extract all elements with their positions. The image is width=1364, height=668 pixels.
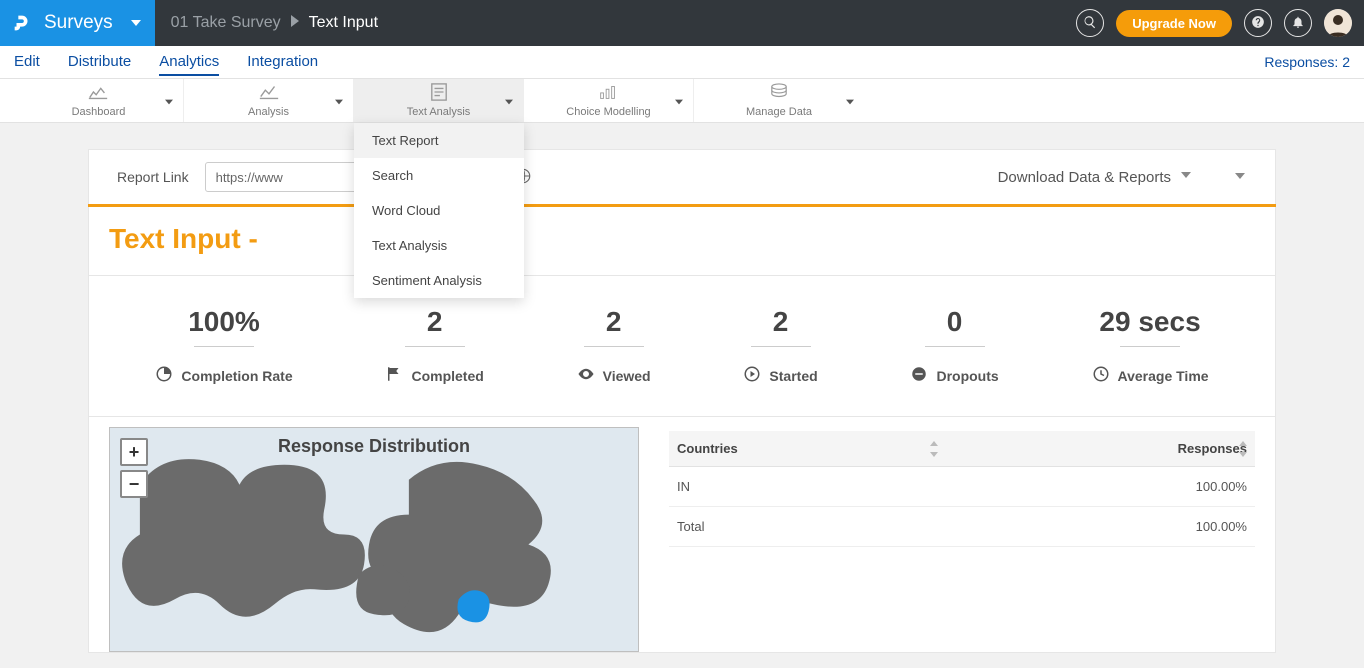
- stat-average-time: 29 secs Average Time: [1092, 306, 1209, 386]
- caret-down-icon: [675, 93, 683, 109]
- caret-down-icon: [1179, 168, 1193, 186]
- text-analysis-dropdown: Text Report Search Word Cloud Text Analy…: [354, 123, 524, 298]
- sort-icon: [1239, 438, 1247, 459]
- stats-row: 100% Completion Rate 2 Completed 2 Viewe…: [88, 276, 1276, 417]
- clock-icon: [1092, 365, 1110, 386]
- dropdown-sentiment-analysis[interactable]: Sentiment Analysis: [354, 263, 524, 298]
- nav-distribute[interactable]: Distribute: [68, 49, 131, 76]
- expand-toggle[interactable]: [1233, 169, 1247, 186]
- page-title-card: Text Input -: [88, 207, 1276, 276]
- brand-surveys-dropdown[interactable]: Surveys: [0, 0, 155, 46]
- map-zoom-in[interactable]: +: [120, 438, 148, 466]
- page-title: Text Input -: [109, 223, 258, 254]
- dropdown-text-report[interactable]: Text Report: [354, 123, 524, 158]
- line-chart-icon: [87, 83, 109, 104]
- breadcrumb-parent[interactable]: 01 Take Survey: [171, 14, 281, 32]
- minus-circle-icon: [910, 365, 928, 386]
- search-icon: [1083, 15, 1097, 32]
- trend-chart-icon: [258, 83, 280, 104]
- text-document-icon: [428, 83, 450, 104]
- search-button[interactable]: [1076, 9, 1104, 37]
- chevron-right-icon: [291, 14, 299, 32]
- flag-icon: [385, 365, 403, 386]
- tool-choice-modelling[interactable]: Choice Modelling: [524, 79, 694, 122]
- table-row: IN 100.00%: [669, 467, 1255, 507]
- distribution-section: Response Distribution + − Co: [88, 417, 1276, 653]
- tool-text-analysis[interactable]: Text Analysis: [354, 79, 524, 122]
- nav-analytics[interactable]: Analytics: [159, 49, 219, 76]
- accent-divider: [88, 204, 1276, 207]
- nav-edit[interactable]: Edit: [14, 49, 40, 76]
- col-countries[interactable]: Countries: [669, 431, 946, 467]
- map-zoom-out[interactable]: −: [120, 470, 148, 498]
- stat-completed: 2 Completed: [385, 306, 483, 386]
- download-data-dropdown[interactable]: Download Data & Reports: [998, 168, 1193, 186]
- stat-completion-rate: 100% Completion Rate: [155, 306, 292, 386]
- gauge-icon: [155, 365, 173, 386]
- caret-down-icon: [846, 93, 854, 109]
- play-circle-icon: [743, 365, 761, 386]
- topbar: Surveys 01 Take Survey Text Input Upgrad…: [0, 0, 1364, 46]
- logo-icon: [10, 11, 34, 35]
- eye-icon: [577, 365, 595, 386]
- tool-analysis[interactable]: Analysis: [184, 79, 354, 122]
- map-title: Response Distribution: [110, 436, 638, 457]
- report-link-label: Report Link: [117, 169, 189, 185]
- dropdown-search[interactable]: Search: [354, 158, 524, 193]
- upgrade-button[interactable]: Upgrade Now: [1116, 10, 1232, 37]
- topbar-actions: Upgrade Now: [1076, 9, 1364, 37]
- help-icon: [1251, 15, 1265, 32]
- database-icon: [768, 83, 790, 104]
- caret-down-icon: [131, 15, 141, 31]
- section-nav: Edit Distribute Analytics Integration Re…: [0, 46, 1364, 79]
- dropdown-word-cloud[interactable]: Word Cloud: [354, 193, 524, 228]
- page-content: Report Link Download Data & Reports Text…: [0, 123, 1364, 653]
- nav-integration[interactable]: Integration: [247, 49, 318, 76]
- stat-viewed: 2 Viewed: [577, 306, 651, 386]
- notifications-button[interactable]: [1284, 9, 1312, 37]
- bar-chart-icon: [597, 83, 619, 104]
- analytics-toolbar: Dashboard Analysis Text Analysis Choice …: [0, 79, 1364, 123]
- sort-icon: [930, 438, 938, 459]
- breadcrumb-current: Text Input: [309, 14, 378, 32]
- caret-down-icon: [165, 93, 173, 109]
- brand-label: Surveys: [44, 12, 113, 34]
- bell-icon: [1291, 15, 1305, 32]
- caret-down-icon: [335, 93, 343, 109]
- user-avatar[interactable]: [1324, 9, 1352, 37]
- caret-down-icon: [505, 93, 513, 109]
- response-map[interactable]: Response Distribution + −: [109, 427, 639, 652]
- table-row: Total 100.00%: [669, 507, 1255, 547]
- col-responses[interactable]: Responses: [946, 431, 1255, 467]
- dropdown-text-analysis[interactable]: Text Analysis: [354, 228, 524, 263]
- breadcrumb: 01 Take Survey Text Input: [155, 14, 378, 32]
- chevron-down-icon: [1233, 170, 1247, 186]
- tool-dashboard[interactable]: Dashboard: [14, 79, 184, 122]
- world-map-icon: [110, 428, 638, 651]
- stat-dropouts: 0 Dropouts: [910, 306, 998, 386]
- report-link-bar: Report Link Download Data & Reports: [88, 149, 1276, 205]
- stat-started: 2 Started: [743, 306, 817, 386]
- help-button[interactable]: [1244, 9, 1272, 37]
- responses-count[interactable]: Responses: 2: [1264, 54, 1350, 70]
- tool-manage-data[interactable]: Manage Data: [694, 79, 864, 122]
- response-table: Countries Responses: [669, 427, 1255, 652]
